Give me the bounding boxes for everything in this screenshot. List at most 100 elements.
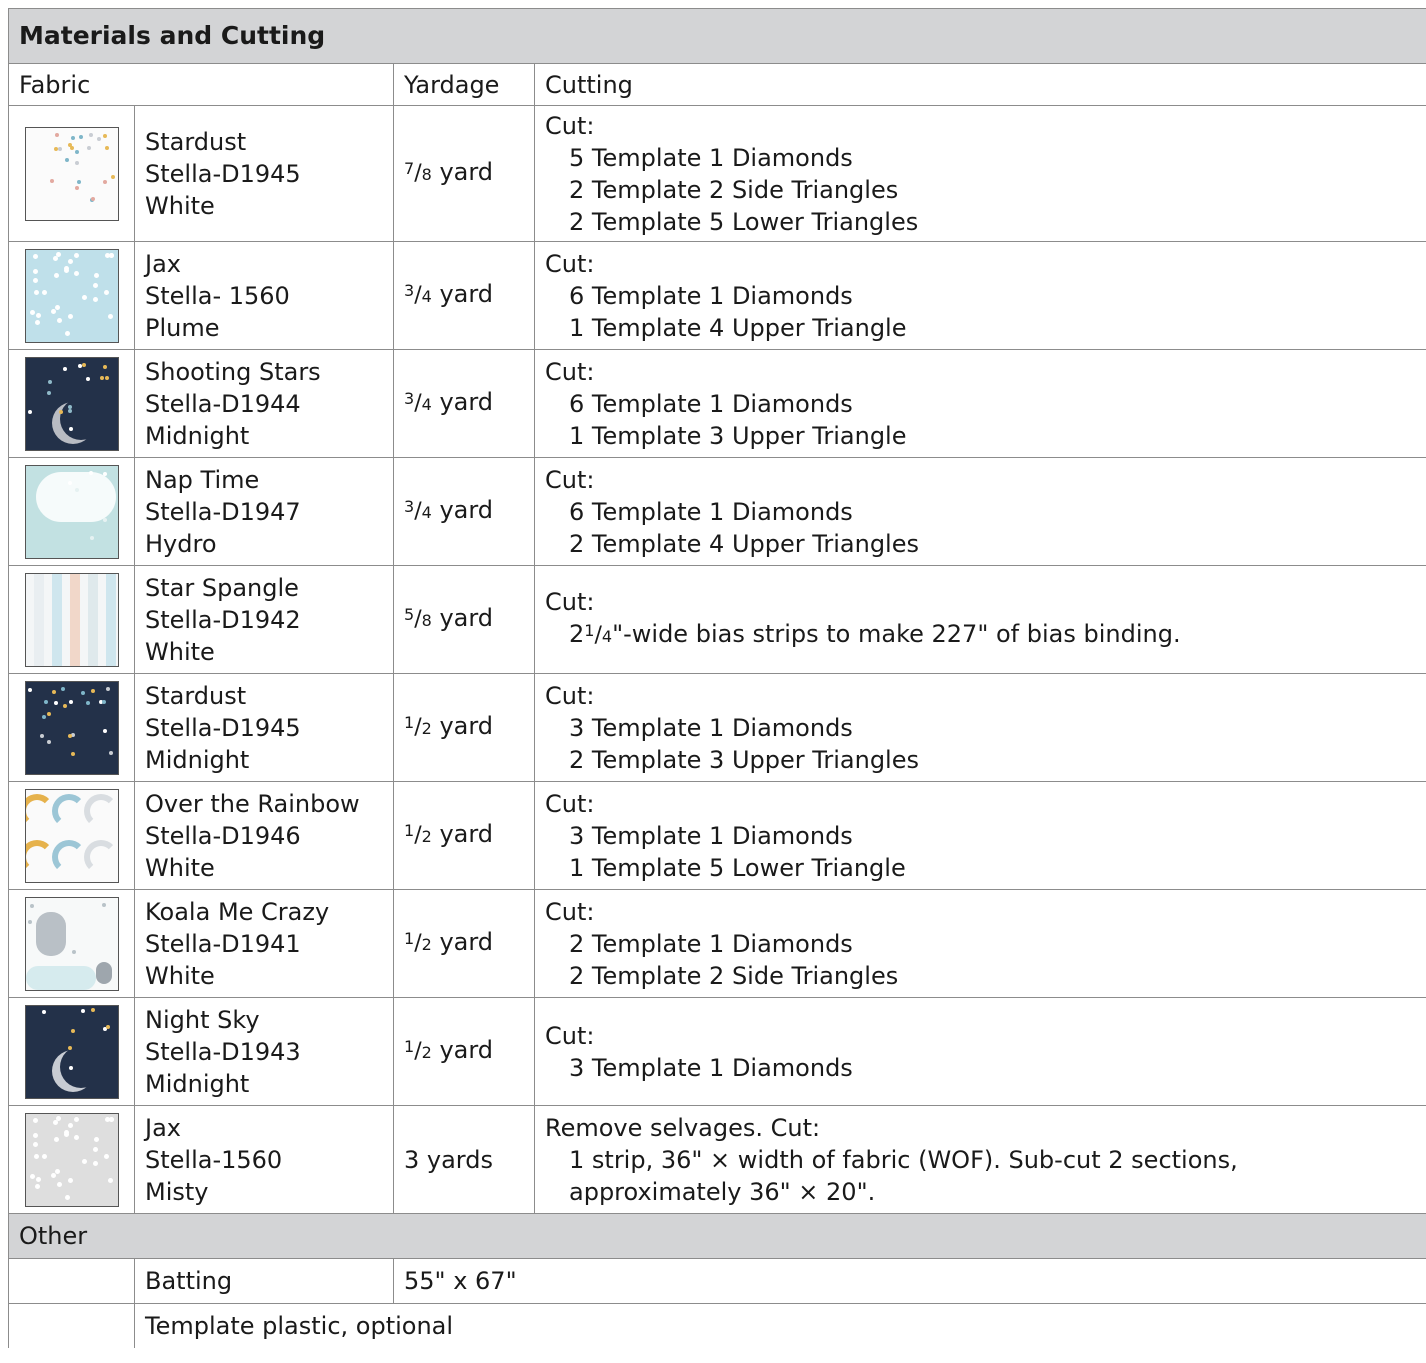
fraction-denominator: 2 [421, 719, 432, 738]
swatch-cloud [25, 965, 96, 990]
fraction: 5/8 [404, 604, 432, 632]
fabric-name-cell: Nap Time Stella-D1947 Hydro [134, 457, 394, 566]
swatch-cell [8, 565, 135, 674]
swatch-dot [104, 375, 109, 380]
swatch-dot [32, 277, 38, 283]
swatch-dot [105, 1024, 110, 1029]
swatch-koala-small [95, 961, 112, 984]
fabric-row: Over the Rainbow Stella-D1946 White 1/2 yar… [8, 781, 1426, 890]
swatch-cell [8, 457, 135, 566]
swatch-dot [56, 317, 62, 323]
title-row: Materials and Cutting [7, 8, 1426, 64]
fabric-name: Night Sky [145, 1005, 260, 1034]
cutting-cell: Remove selvages. Cut: 1 strip, 36" × widt… [533, 1105, 1426, 1214]
cut-line: 2 Template 2 Side Triangles [569, 175, 899, 204]
swatch-dot [67, 404, 72, 409]
fraction: 7/8 [404, 158, 432, 186]
fabric-code: Stella-D1941 [145, 929, 301, 958]
swatch-dot [63, 1131, 69, 1137]
yardage-cell: 1/2 yard [393, 889, 535, 998]
fabric-name: Koala Me Crazy [145, 897, 330, 926]
swatch-dot [67, 1045, 72, 1050]
fabric-code: Stella- 1560 [145, 281, 290, 310]
swatch-dot [67, 1177, 73, 1183]
swatch-dot [57, 146, 62, 151]
fraction-numerator: 7 [404, 159, 415, 178]
fabric-row: Nap Time Stella-D1947 Hydro 3/4 yard Cut: 6 T… [8, 457, 1426, 566]
cut-heading: Cut: [545, 357, 595, 386]
swatch-dot [105, 686, 110, 691]
fabric-code: Stella-D1945 [145, 713, 301, 742]
swatch-dot [41, 289, 47, 295]
cut-heading: Cut: [545, 465, 595, 494]
cut-line: 6 Template 1 Diamonds [569, 497, 853, 526]
swatch-dot [102, 179, 107, 184]
swatch-arc [51, 793, 86, 828]
fabric-color: Hydro [145, 529, 217, 558]
swatch-dot [39, 733, 44, 738]
yardage-cell: 3/4 yard [393, 241, 535, 350]
swatch-cell [8, 781, 135, 890]
fabric-row: Stardust Stella-D1945 White 7/8 yard Cut: 5 T… [8, 105, 1426, 242]
yardage-cell: 3/4 yard [393, 457, 535, 566]
swatch-dot [70, 1028, 75, 1033]
swatch-dot [104, 145, 109, 150]
swatch-dot [107, 1177, 113, 1183]
nap-time-hydro-swatch-icon [24, 464, 119, 559]
fabric-row: Shooting Stars Stella-D1944 Midnight 3/4 ya… [8, 349, 1426, 458]
swatch-dot [29, 309, 35, 315]
fabric-name-cell: Stardust Stella-D1945 Midnight [134, 673, 394, 782]
other-blank-cell [8, 1303, 135, 1348]
swatch-dot [80, 690, 85, 695]
cut-line: 21/4"-wide bias strips to make 227" of b… [545, 618, 1426, 653]
swatch-dot [93, 272, 99, 278]
cutting-cell: Cut: 2 Template 1 Diamonds 2 Template 2 Si… [533, 889, 1426, 998]
yardage-unit: yard [439, 388, 494, 416]
swatch-dot [92, 282, 98, 288]
swatch-dot [90, 688, 95, 693]
swatch-dot [73, 1116, 79, 1122]
jax-misty-swatch-icon [24, 1112, 119, 1207]
swatch-dot [43, 699, 48, 704]
swatch-dot [58, 409, 63, 414]
fraction-numerator: 1 [404, 821, 415, 840]
swatch-arc [83, 839, 118, 874]
fabric-code: Stella-D1944 [145, 389, 301, 418]
swatch-cell [8, 997, 135, 1106]
yardage-cell: 3/4 yard [393, 349, 535, 458]
fraction-denominator: 4 [421, 395, 432, 414]
cut-line: 2 Template 4 Upper Triangles [569, 529, 919, 558]
fraction-numerator: 1 [404, 1037, 415, 1056]
swatch-moon [60, 1046, 102, 1088]
fraction-numerator: 1 [404, 929, 415, 948]
swatch-dot [34, 1183, 40, 1189]
swatch-cell [8, 889, 135, 998]
fabric-color: Midnight [145, 745, 250, 774]
fraction-slash: / [594, 623, 602, 648]
swatch-dot [51, 689, 56, 694]
fraction-slash: / [414, 607, 422, 632]
fraction-numerator: 1 [584, 621, 595, 640]
cutting-cell: Cut: 3 Template 1 Diamonds 1 Template 5 Lo… [533, 781, 1426, 890]
swatch-koala [35, 911, 66, 956]
fabric-row: Jax Stella- 1560 Plume 3/4 yard Cut: 6 Templa… [8, 241, 1426, 350]
swatch-dot [102, 364, 107, 369]
swatch-arc [51, 839, 86, 874]
swatch-dot [93, 1136, 99, 1142]
fabric-name: Stardust [145, 127, 247, 156]
swatch-dot [92, 1146, 98, 1152]
yardage-unit: yard [439, 158, 494, 186]
swatch-dot [74, 160, 79, 165]
swatch-dot [56, 1181, 62, 1187]
cut-line: approximately 36" × 20". [569, 1177, 876, 1206]
yardage-cell: 1/2 yard [393, 781, 535, 890]
swatch-dot [67, 733, 72, 738]
fabric-name: Stardust [145, 681, 247, 710]
swatch-dot [81, 362, 86, 367]
swatch-dot [64, 157, 69, 162]
fraction: 1/4 [584, 620, 612, 648]
header-cutting: Cutting [533, 63, 1426, 106]
cutting-cell: Cut: 3 Template 1 Diamonds [533, 997, 1426, 1106]
fraction-numerator: 3 [404, 497, 415, 516]
swatch-dot [80, 1008, 85, 1013]
